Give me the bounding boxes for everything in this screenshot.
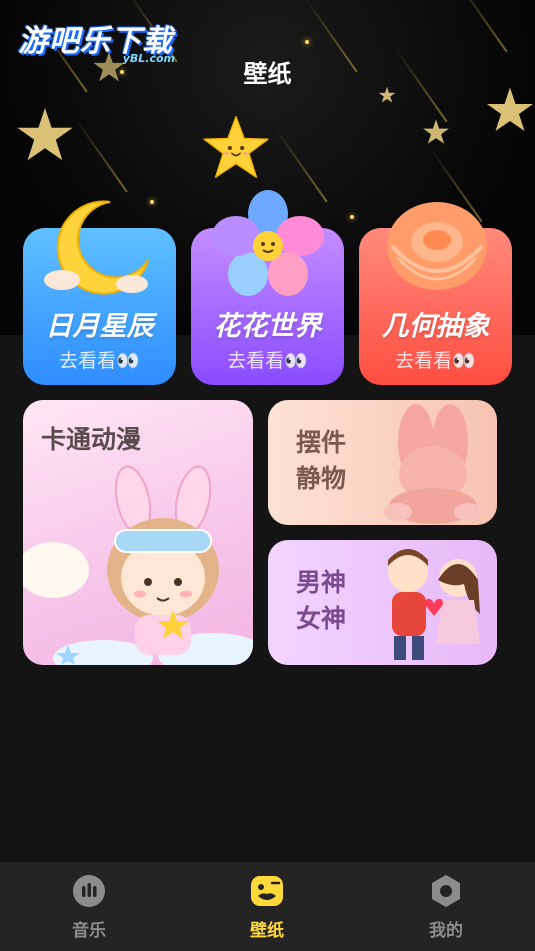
plush-rabbit-illustration [384,404,482,524]
tile-still-life[interactable]: 摆件静物 [268,400,497,525]
tab-mine[interactable]: 我的 [357,862,535,951]
tab-music[interactable]: 音乐 [0,862,178,951]
category-name: 几何抽象 [381,311,490,342]
category-action: 去看看👀 [59,350,140,372]
bottom-tab-bar: 音乐 壁纸 我的 [0,862,535,951]
category-name: 花花世界 [213,311,322,342]
couple-illustration [388,549,480,660]
tab-label: 我的 [429,921,463,941]
cartoon-girl-illustration [23,465,253,665]
tab-label: 壁纸 [250,921,284,941]
category-action: 去看看👀 [395,350,476,372]
music-bubble-icon [73,875,105,907]
tab-wallpaper[interactable]: 壁纸 [178,862,356,951]
tile-label: 男神女神 [296,568,347,633]
flower-icon [212,190,324,296]
tile-label: 摆件静物 [296,428,347,493]
deco-star-icon [487,87,533,131]
abstract-torus-icon [387,202,487,290]
deco-star-icon [17,108,73,161]
category-name: 日月星辰 [45,311,154,342]
deco-star-icon [423,119,449,144]
tile-label: 卡通动漫 [41,425,142,454]
tab-label: 音乐 [72,921,106,941]
tile-gods-goddesses[interactable]: 男神女神 [268,540,497,665]
smiling-star-icon [203,116,269,178]
crescent-moon-icon [44,200,149,295]
page-title: 壁纸 [243,60,292,88]
profile-hexagon-icon [432,875,460,907]
wallpaper-face-icon [251,876,283,906]
category-action: 去看看👀 [227,350,308,372]
tile-cartoon-anime[interactable]: 卡通动漫 [23,400,253,665]
